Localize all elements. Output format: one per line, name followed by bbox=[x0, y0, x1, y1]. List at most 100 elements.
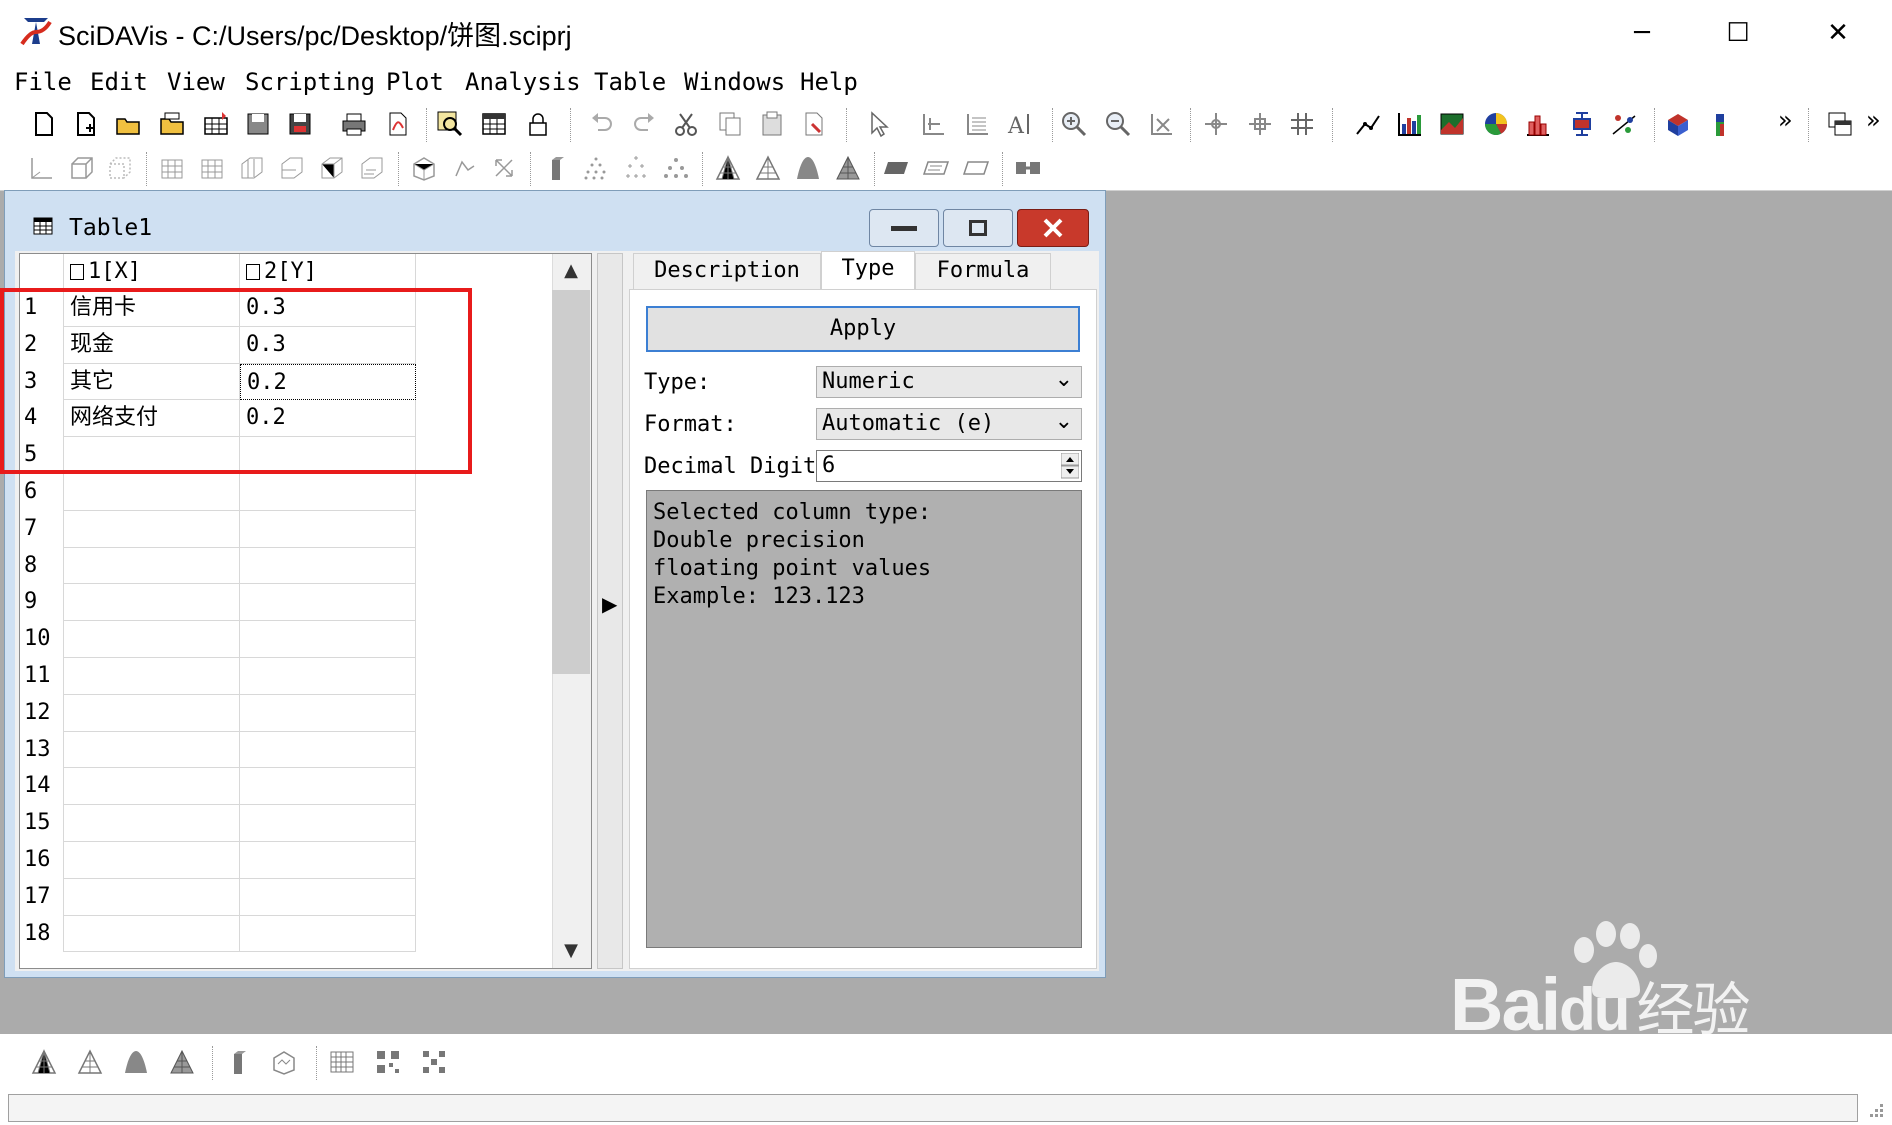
table-cell-y[interactable] bbox=[240, 510, 416, 548]
preview-icon[interactable] bbox=[436, 110, 464, 138]
menu-view[interactable]: View bbox=[167, 68, 225, 96]
zoom-in-icon[interactable] bbox=[1060, 110, 1088, 138]
row-number[interactable]: 12 bbox=[20, 694, 64, 732]
column-header-x[interactable]: 1[X] bbox=[64, 254, 240, 290]
table-cell-x[interactable] bbox=[64, 768, 240, 806]
new-table-icon[interactable] bbox=[72, 110, 100, 138]
table-cell-y[interactable] bbox=[240, 842, 416, 879]
table-cell-y[interactable] bbox=[240, 915, 416, 953]
table-cell-x[interactable] bbox=[64, 510, 240, 548]
table-cell-x[interactable] bbox=[64, 731, 240, 769]
filled-mesh-icon[interactable] bbox=[834, 154, 862, 182]
hidden-line-icon[interactable] bbox=[754, 154, 782, 182]
table-cell-y[interactable] bbox=[240, 694, 416, 732]
scroll-up-arrow-icon[interactable]: ▲ bbox=[552, 256, 590, 286]
row-number[interactable]: 6 bbox=[20, 474, 64, 511]
floor-data-icon[interactable] bbox=[882, 154, 910, 182]
paste-icon[interactable] bbox=[758, 110, 786, 138]
bar-plot-icon[interactable] bbox=[1396, 110, 1424, 138]
copy-icon[interactable] bbox=[716, 110, 744, 138]
import-icon[interactable] bbox=[202, 110, 230, 138]
grid-icon[interactable] bbox=[328, 1048, 356, 1076]
spin-buttons[interactable] bbox=[1060, 452, 1080, 479]
floor-iso-icon[interactable] bbox=[922, 154, 950, 182]
menu-analysis[interactable]: Analysis bbox=[465, 68, 581, 96]
table-cell-y[interactable] bbox=[240, 731, 416, 769]
row-number[interactable]: 8 bbox=[20, 547, 64, 585]
cones-3d-icon[interactable] bbox=[662, 154, 690, 182]
menu-windows[interactable]: Windows bbox=[684, 68, 785, 96]
save-as-icon[interactable] bbox=[286, 110, 314, 138]
panel-splitter[interactable]: ▶ bbox=[597, 253, 623, 969]
table-cell-x[interactable] bbox=[64, 915, 240, 953]
table-cell-y[interactable] bbox=[240, 547, 416, 585]
grid-floor-icon[interactable] bbox=[358, 154, 386, 182]
table-cell-x[interactable] bbox=[64, 584, 240, 622]
table-cell-y[interactable] bbox=[240, 621, 416, 658]
row-number[interactable]: 17 bbox=[20, 878, 64, 916]
bars-3d-icon[interactable] bbox=[224, 1048, 252, 1076]
wireframe-icon[interactable] bbox=[714, 154, 742, 182]
row-number[interactable]: 9 bbox=[20, 584, 64, 622]
wireframe-icon[interactable] bbox=[30, 1048, 58, 1076]
cross-3d-icon[interactable] bbox=[622, 154, 650, 182]
menu-scripting[interactable]: Scripting bbox=[245, 68, 375, 96]
new-project-icon[interactable] bbox=[30, 110, 58, 138]
box-plot-icon[interactable] bbox=[1568, 110, 1596, 138]
resize-grip-icon[interactable] bbox=[1866, 1100, 1886, 1120]
print-icon[interactable] bbox=[340, 110, 368, 138]
row-number[interactable]: 18 bbox=[20, 915, 64, 953]
toolbar-overflow-button[interactable]: » bbox=[1778, 106, 1793, 134]
table-cell-x[interactable] bbox=[64, 878, 240, 916]
table-cell-x[interactable] bbox=[64, 547, 240, 585]
select-range-icon[interactable] bbox=[964, 110, 992, 138]
window-icon[interactable] bbox=[1826, 110, 1854, 138]
table-cell-x[interactable] bbox=[64, 658, 240, 695]
line-plot-icon[interactable] bbox=[1354, 110, 1382, 138]
add-text-icon[interactable]: A bbox=[1006, 110, 1034, 138]
undo-icon[interactable] bbox=[588, 110, 616, 138]
screen-reader-icon[interactable] bbox=[1246, 110, 1274, 138]
table-cell-x[interactable] bbox=[64, 694, 240, 732]
move-points-icon[interactable] bbox=[1288, 110, 1316, 138]
tab-type[interactable]: Type bbox=[821, 251, 915, 289]
scrollbar-thumb[interactable] bbox=[552, 290, 590, 674]
polygon-icon[interactable] bbox=[794, 154, 822, 182]
table-cell-y[interactable] bbox=[240, 878, 416, 916]
dots-grid-icon[interactable] bbox=[420, 1048, 448, 1076]
apply-button[interactable]: Apply bbox=[646, 306, 1080, 352]
data-reader-icon[interactable] bbox=[920, 110, 948, 138]
table-cell-x[interactable] bbox=[64, 474, 240, 511]
row-number[interactable]: 14 bbox=[20, 768, 64, 806]
open-template-icon[interactable] bbox=[158, 110, 186, 138]
mdi-restore-button[interactable] bbox=[943, 209, 1013, 247]
axes-3d-icon[interactable] bbox=[28, 154, 56, 182]
histogram-icon[interactable] bbox=[1524, 110, 1552, 138]
cut-icon[interactable] bbox=[672, 110, 700, 138]
close-button[interactable]: ✕ bbox=[1788, 8, 1888, 58]
zoom-out-icon[interactable] bbox=[1104, 110, 1132, 138]
image-plot-icon[interactable] bbox=[1438, 110, 1466, 138]
frame-3d-icon[interactable] bbox=[106, 154, 134, 182]
menu-plot[interactable]: Plot bbox=[386, 68, 444, 96]
filled-mesh-icon[interactable] bbox=[168, 1048, 196, 1076]
maximize-button[interactable]: ☐ bbox=[1688, 8, 1788, 58]
polygon-icon[interactable] bbox=[122, 1048, 150, 1076]
decimal-digits-spinbox[interactable]: 6 bbox=[816, 450, 1082, 482]
table-cell-x[interactable] bbox=[64, 621, 240, 658]
bars-3d-icon[interactable] bbox=[542, 154, 570, 182]
save-icon[interactable] bbox=[244, 110, 272, 138]
redo-icon[interactable] bbox=[630, 110, 658, 138]
3d-surface-icon[interactable] bbox=[1706, 110, 1734, 138]
expand-arrow-icon[interactable]: ▶ bbox=[602, 592, 617, 616]
perspective-icon[interactable] bbox=[410, 154, 438, 182]
grid-ceil-icon[interactable] bbox=[318, 154, 346, 182]
minimize-button[interactable]: ─ bbox=[1592, 8, 1692, 58]
toolbar-overflow-button-2[interactable]: » bbox=[1866, 106, 1881, 134]
points-3d-icon[interactable] bbox=[270, 1048, 298, 1076]
crosshair-icon[interactable] bbox=[1202, 110, 1230, 138]
row-number[interactable]: 7 bbox=[20, 510, 64, 548]
row-number[interactable]: 10 bbox=[20, 621, 64, 658]
table-cell-y[interactable] bbox=[240, 805, 416, 842]
grid-left-icon[interactable] bbox=[238, 154, 266, 182]
